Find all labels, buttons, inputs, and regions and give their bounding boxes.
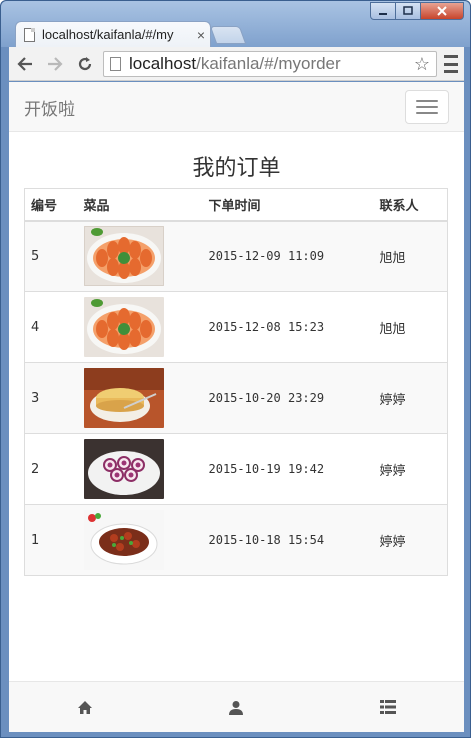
user-icon[interactable] [206, 687, 266, 727]
order-contact: 婷婷 [373, 362, 448, 434]
back-arrow-icon[interactable] [11, 50, 39, 78]
browser-toolbar: localhost/kaifanla/#/myorder ☆ [9, 47, 464, 81]
home-icon[interactable] [55, 687, 115, 727]
page-viewport: 开饭啦 我的订单 编号 菜品 下单时间 联系人 5 2015-12-09 11:… [9, 82, 464, 732]
order-id: 1 [24, 504, 78, 576]
order-id: 4 [24, 291, 78, 363]
header-time: 下单时间 [202, 188, 374, 222]
papaya-slices-icon[interactable] [83, 297, 164, 357]
dish-cell [77, 362, 203, 434]
browser-window: localhost/kaifanla/#/my × localhost /kai… [0, 0, 471, 738]
header-id: 编号 [24, 188, 78, 222]
orders-table: 编号 菜品 下单时间 联系人 5 2015-12-09 11:09 旭旭 4 2… [24, 188, 448, 576]
title-bar: localhost/kaifanla/#/my × [1, 1, 470, 47]
maximize-icon[interactable] [395, 2, 421, 20]
app-navbar: 开饭啦 [9, 82, 464, 132]
url-path: /kaifanla/#/myorder [196, 54, 341, 73]
minimize-icon[interactable] [370, 2, 396, 20]
order-time: 2015-10-18 15:54 [202, 504, 374, 576]
table-row[interactable]: 3 2015-10-20 23:29 婷婷 [24, 362, 448, 434]
stir-fry-bowl-icon[interactable] [83, 510, 164, 570]
browser-tab[interactable]: localhost/kaifanla/#/my × [15, 21, 211, 47]
order-contact: 婷婷 [373, 433, 448, 505]
forward-arrow-icon[interactable] [41, 50, 69, 78]
bottom-nav [9, 681, 464, 732]
menu-icon[interactable] [444, 55, 458, 73]
order-time: 2015-10-19 19:42 [202, 433, 374, 505]
page-title: 我的订单 [192, 156, 281, 181]
header-dish: 菜品 [77, 188, 203, 222]
page-icon [110, 57, 121, 71]
address-bar[interactable]: localhost/kaifanla/#/myorder ☆ [103, 51, 437, 77]
rice-rolls-icon[interactable] [83, 439, 164, 499]
url-host: localhost [129, 54, 197, 73]
table-row[interactable]: 4 2015-12-08 15:23 旭旭 [24, 291, 448, 363]
close-window-icon[interactable] [420, 2, 464, 20]
dish-cell [77, 433, 203, 505]
order-time: 2015-12-08 15:23 [202, 291, 374, 363]
table-row[interactable]: 2 2015-10-19 19:42 婷婷 [24, 433, 448, 505]
tab-title: localhost/kaifanla/#/my [42, 27, 174, 42]
order-time: 2015-10-20 23:29 [202, 362, 374, 434]
window-controls [370, 2, 464, 20]
close-tab-icon[interactable]: × [192, 27, 210, 43]
brand-logo[interactable]: 开饭啦 [24, 95, 75, 120]
reload-icon[interactable] [71, 50, 99, 78]
table-row[interactable]: 1 2015-10-18 15:54 婷婷 [24, 504, 448, 576]
order-time: 2015-12-09 11:09 [202, 220, 374, 292]
dish-cell [77, 220, 203, 292]
bookmark-star-icon[interactable]: ☆ [414, 54, 430, 75]
header-contact: 联系人 [373, 188, 448, 222]
papaya-slices-icon[interactable] [83, 226, 164, 287]
page-icon [24, 27, 35, 42]
order-id: 3 [24, 362, 78, 434]
cake-icon[interactable] [83, 368, 164, 428]
order-id: 5 [24, 220, 78, 292]
order-contact: 旭旭 [373, 291, 448, 363]
new-tab-button[interactable] [209, 26, 247, 44]
order-id: 2 [24, 433, 78, 505]
table-header-row: 编号 菜品 下单时间 联系人 [24, 188, 448, 222]
order-contact: 婷婷 [373, 504, 448, 576]
dish-cell [77, 291, 203, 363]
table-row[interactable]: 5 2015-12-09 11:09 旭旭 [24, 220, 448, 292]
list-icon[interactable] [358, 687, 418, 727]
dish-cell [77, 504, 203, 576]
nav-toggle-button[interactable] [405, 90, 449, 124]
order-contact: 旭旭 [373, 220, 448, 292]
